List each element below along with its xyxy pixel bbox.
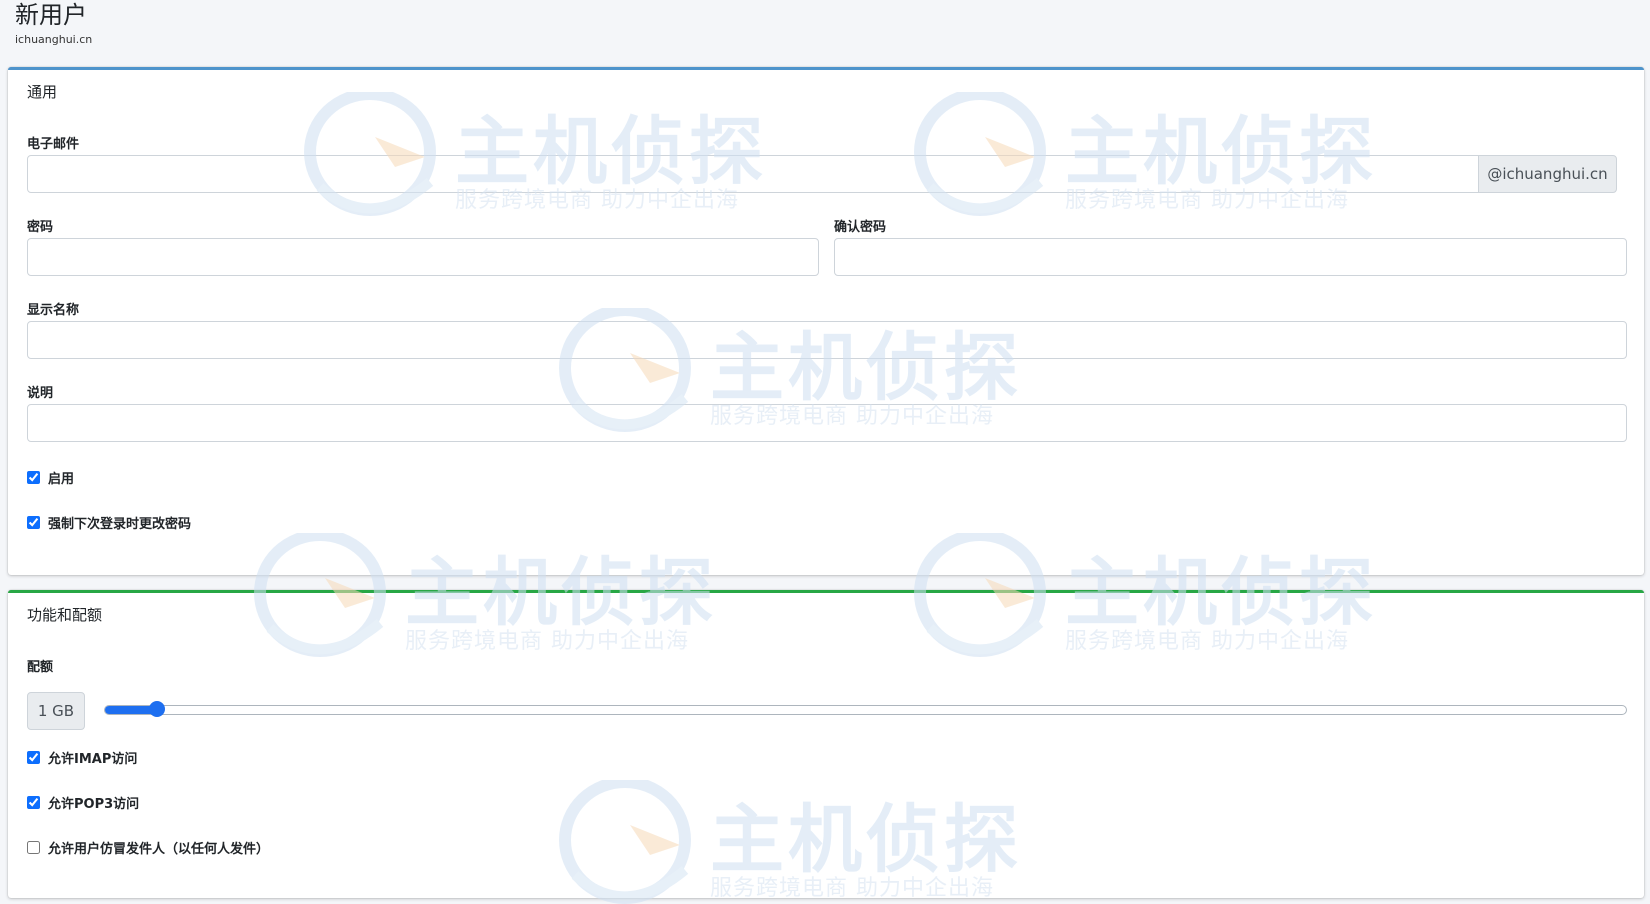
imap-checkbox[interactable]: [27, 751, 40, 764]
page-header: 新用户 ichuanghui.cn: [15, 0, 92, 46]
email-label: 电子邮件: [27, 137, 80, 152]
enabled-checkbox-row[interactable]: 启用: [27, 468, 74, 487]
password-input[interactable]: [27, 238, 819, 276]
password-label: 密码: [27, 220, 54, 235]
quota-slider-thumb[interactable]: [148, 701, 165, 717]
pop3-row[interactable]: 允许POP3访问: [27, 793, 139, 812]
confirm-password-label: 确认密码: [834, 220, 887, 235]
force-change-password-label: 强制下次登录时更改密码: [48, 517, 192, 532]
features-card-title: 功能和配额: [27, 606, 103, 624]
quota-value: 1 GB: [27, 692, 85, 730]
imap-label: 允许IMAP访问: [48, 752, 138, 767]
page-title: 新用户: [15, 1, 87, 29]
quota-slider[interactable]: [104, 701, 1627, 717]
features-card: 功能和配额 配额 1 GB 允许IMAP访问 允许POP3访问 允许用户仿冒发件…: [8, 590, 1644, 898]
spoof-checkbox[interactable]: [27, 841, 40, 854]
general-card: 通用 电子邮件 @ichuanghui.cn 密码 确认密码 显示名称 说明 启…: [8, 67, 1644, 575]
imap-row[interactable]: 允许IMAP访问: [27, 748, 137, 767]
enabled-label: 启用: [48, 472, 75, 487]
description-label: 说明: [27, 386, 54, 401]
force-change-password-row[interactable]: 强制下次登录时更改密码: [27, 513, 191, 532]
pop3-checkbox[interactable]: [27, 796, 40, 809]
email-input[interactable]: [27, 155, 1479, 193]
spoof-label: 允许用户仿冒发件人（以任何人发件）: [48, 842, 270, 857]
display-name-label: 显示名称: [27, 303, 80, 318]
display-name-input[interactable]: [27, 321, 1627, 359]
general-card-title: 通用: [27, 83, 58, 101]
quota-label: 配额: [27, 660, 54, 675]
description-input[interactable]: [27, 404, 1627, 442]
confirm-password-input[interactable]: [834, 238, 1627, 276]
page-subtitle: ichuanghui.cn: [15, 33, 93, 46]
force-change-password-checkbox[interactable]: [27, 516, 40, 529]
spoof-row[interactable]: 允许用户仿冒发件人（以任何人发件）: [27, 838, 269, 857]
enabled-checkbox[interactable]: [27, 471, 40, 484]
email-domain-addon: @ichuanghui.cn: [1478, 155, 1617, 193]
pop3-label: 允许POP3访问: [48, 797, 140, 812]
